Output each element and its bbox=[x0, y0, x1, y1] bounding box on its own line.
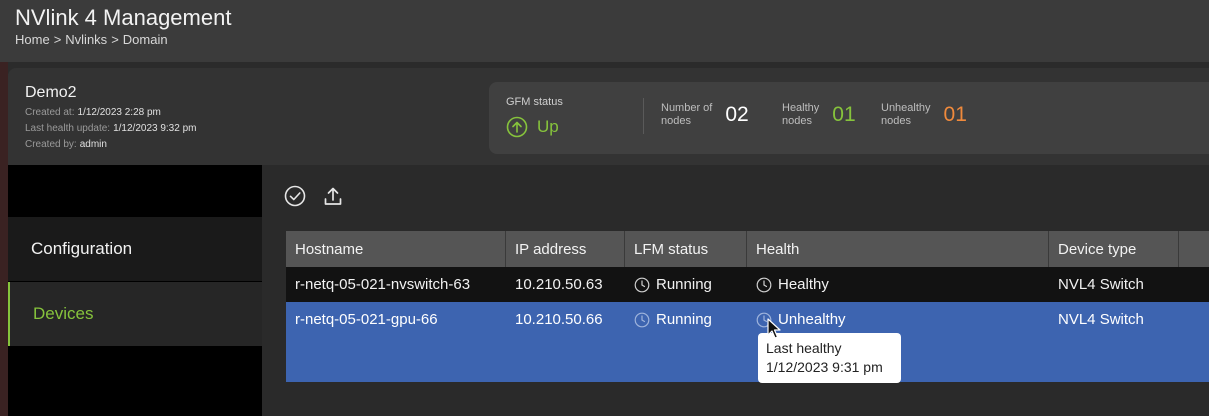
gfm-status-value: Up bbox=[537, 117, 559, 136]
healthy-nodes-label: Healthy nodes bbox=[782, 102, 819, 128]
cell-lfm-status: Running bbox=[625, 267, 747, 302]
domain-name: Demo2 bbox=[25, 84, 77, 101]
app-header: NVlink 4 Management Home > Nvlinks > Domain bbox=[0, 0, 1209, 62]
health-tooltip: Last healthy 1/12/2023 9:31 pm bbox=[758, 333, 901, 383]
table-row[interactable]: r-netq-05-021-nvswitch-63 10.210.50.63 R… bbox=[286, 267, 1209, 302]
mouse-cursor-icon bbox=[767, 318, 781, 339]
number-of-nodes-label: Number of nodes bbox=[661, 102, 712, 128]
created-at-label: Created at: bbox=[25, 107, 75, 118]
number-of-nodes-label-line1: Number of bbox=[661, 102, 713, 114]
breadcrumb-separator: > bbox=[53, 32, 62, 47]
healthy-nodes-label-line1: Healthy bbox=[782, 102, 820, 114]
breadcrumb-domain: Domain bbox=[122, 32, 168, 47]
lfm-status-text: Running bbox=[656, 311, 712, 328]
column-header-device-type[interactable]: Device type bbox=[1049, 231, 1179, 267]
cell-ip-address: 10.210.50.63 bbox=[515, 276, 603, 293]
created-at-value: 1/12/2023 2:28 pm bbox=[77, 107, 161, 118]
lfm-status-text: Running bbox=[656, 276, 712, 293]
upload-icon[interactable] bbox=[322, 185, 344, 207]
tooltip-line-2: 1/12/2023 9:31 pm bbox=[766, 359, 883, 375]
sidebar-item-devices[interactable]: Devices bbox=[8, 282, 262, 346]
sidebar: Configuration Devices bbox=[8, 165, 262, 416]
last-health-value: 1/12/2023 9:32 pm bbox=[113, 123, 197, 134]
number-of-nodes-value: 02 bbox=[725, 103, 749, 126]
created-by-value: admin bbox=[79, 139, 107, 150]
number-of-nodes-label-line2: nodes bbox=[661, 115, 691, 127]
clock-icon bbox=[634, 312, 650, 327]
tooltip-line-1: Last healthy bbox=[766, 340, 842, 356]
app-title: NVlink 4 Management bbox=[15, 5, 232, 30]
breadcrumb-nvlinks[interactable]: Nvlinks bbox=[65, 32, 107, 47]
cell-lfm-status: Running bbox=[625, 302, 747, 337]
cell-hostname: r-netq-05-021-nvswitch-63 bbox=[295, 276, 471, 293]
column-header-hostname[interactable]: Hostname bbox=[286, 231, 506, 267]
window-edge bbox=[0, 0, 8, 416]
created-at: Created at: 1/12/2023 2:28 pm bbox=[25, 107, 161, 118]
divider bbox=[643, 98, 644, 134]
unhealthy-nodes: Unhealthy nodes 01 bbox=[881, 102, 967, 128]
unhealthy-nodes-label-line1: Unhealthy bbox=[881, 102, 931, 114]
cell-health: Unhealthy bbox=[747, 302, 1049, 337]
cell-hostname: r-netq-05-021-gpu-66 bbox=[295, 311, 438, 328]
cell-ip-address: 10.210.50.66 bbox=[515, 311, 603, 328]
unhealthy-nodes-label-line2: nodes bbox=[881, 115, 911, 127]
arrow-up-circle-icon bbox=[506, 116, 528, 138]
breadcrumb-separator: > bbox=[111, 32, 119, 47]
cell-device-type: NVL4 Switch bbox=[1058, 276, 1144, 293]
number-of-nodes: Number of nodes 02 bbox=[661, 102, 749, 128]
created-by-label: Created by: bbox=[25, 139, 77, 150]
check-circle-icon[interactable] bbox=[284, 185, 306, 207]
last-health-label: Last health update: bbox=[25, 123, 111, 134]
healthy-nodes-label-line2: nodes bbox=[782, 115, 812, 127]
domain-info-bar: Demo2 Created at: 1/12/2023 2:28 pm Last … bbox=[8, 68, 1209, 165]
health-text: Unhealthy bbox=[778, 311, 846, 328]
healthy-nodes: Healthy nodes 01 bbox=[782, 102, 856, 128]
breadcrumb: Home > Nvlinks > Domain bbox=[15, 32, 168, 47]
clock-icon bbox=[756, 277, 772, 292]
devices-panel: Hostname IP address LFM status Health De… bbox=[262, 165, 1209, 416]
last-health-update: Last health update: 1/12/2023 9:32 pm bbox=[25, 123, 196, 134]
created-by: Created by: admin bbox=[25, 139, 107, 150]
devices-table: Hostname IP address LFM status Health De… bbox=[286, 231, 1209, 382]
unhealthy-nodes-value: 01 bbox=[943, 103, 967, 126]
table-row-selected[interactable]: r-netq-05-021-gpu-66 10.210.50.66 Runnin… bbox=[286, 302, 1209, 382]
column-header-health[interactable]: Health bbox=[747, 231, 1049, 267]
health-text: Healthy bbox=[778, 276, 829, 293]
gfm-status: Up bbox=[506, 116, 559, 138]
gfm-status-label: GFM status bbox=[506, 96, 563, 108]
column-header-extra bbox=[1179, 231, 1209, 267]
unhealthy-nodes-label: Unhealthy nodes bbox=[881, 102, 931, 128]
cell-health: Healthy bbox=[747, 267, 1049, 302]
cell-device-type: NVL4 Switch bbox=[1058, 311, 1144, 328]
breadcrumb-home[interactable]: Home bbox=[15, 32, 50, 47]
status-card: GFM status Up Number of nodes 02 Healthy… bbox=[489, 82, 1209, 154]
healthy-nodes-value: 01 bbox=[832, 103, 856, 126]
table-header-row: Hostname IP address LFM status Health De… bbox=[286, 231, 1209, 267]
sidebar-item-configuration[interactable]: Configuration bbox=[8, 217, 262, 281]
column-header-lfm-status[interactable]: LFM status bbox=[625, 231, 747, 267]
column-header-ip-address[interactable]: IP address bbox=[506, 231, 625, 267]
clock-icon bbox=[634, 277, 650, 292]
